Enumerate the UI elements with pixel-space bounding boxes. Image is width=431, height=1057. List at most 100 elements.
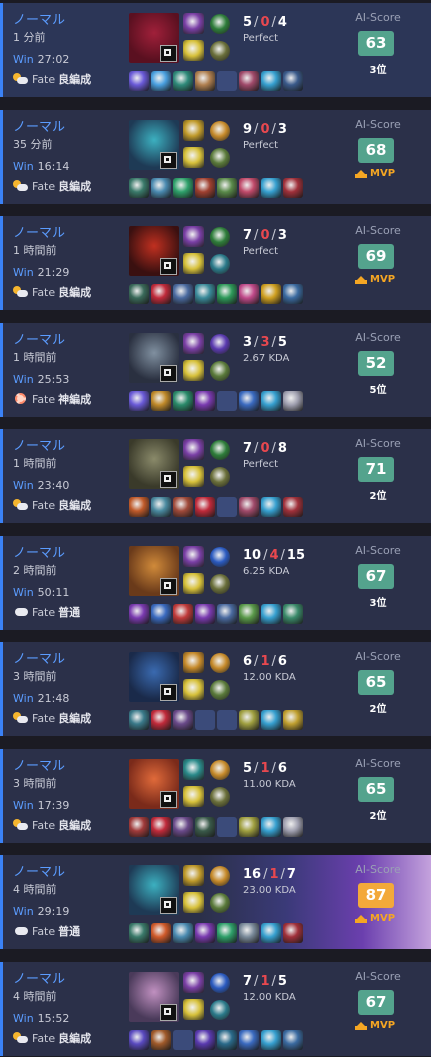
- item-icon[interactable]: [195, 604, 215, 624]
- item-icon[interactable]: [195, 817, 215, 837]
- match-card[interactable]: ノーマル 4 時間前 Win 15:52 Fate 良編成 7/1/5 12.00 KDA AI…: [0, 962, 431, 1056]
- rune-icon[interactable]: [210, 760, 230, 780]
- item-icon[interactable]: [151, 1030, 171, 1050]
- item-icon[interactable]: [283, 710, 303, 730]
- summoner-spell-icon[interactable]: [183, 333, 204, 354]
- rune-icon[interactable]: [210, 334, 230, 354]
- item-icon[interactable]: [217, 1030, 237, 1050]
- summoner-spell-icon[interactable]: [183, 865, 204, 886]
- summoner-spell-icon[interactable]: [183, 13, 204, 34]
- summoner-spell-icon[interactable]: [183, 892, 204, 913]
- item-icon[interactable]: [239, 710, 259, 730]
- rune-icon[interactable]: [210, 574, 230, 594]
- item-icon[interactable]: [217, 604, 237, 624]
- item-icon[interactable]: [173, 604, 193, 624]
- rune-icon[interactable]: [210, 227, 230, 247]
- item-icon[interactable]: [261, 497, 281, 517]
- rune-icon[interactable]: [210, 653, 230, 673]
- item-icon[interactable]: [173, 923, 193, 943]
- summoner-spell-icon[interactable]: [183, 466, 204, 487]
- summoner-spell-icon[interactable]: [183, 759, 204, 780]
- rune-icon[interactable]: [210, 787, 230, 807]
- match-card[interactable]: ノーマル 4 時間前 Win 29:19 Fate 普通 16/1/7 23.00 KDA AI…: [0, 855, 431, 949]
- summoner-spell-icon[interactable]: [183, 147, 204, 168]
- item-icon[interactable]: [239, 178, 259, 198]
- item-icon[interactable]: [261, 71, 281, 91]
- item-icon[interactable]: [129, 178, 149, 198]
- match-mode[interactable]: ノーマル: [13, 435, 65, 454]
- rune-icon[interactable]: [210, 361, 230, 381]
- match-card[interactable]: ノーマル 35 分前 Win 16:14 Fate 良編成 9/0/3 Perfect AI-S…: [0, 110, 431, 204]
- rune-icon[interactable]: [210, 440, 230, 460]
- summoner-spell-icon[interactable]: [183, 786, 204, 807]
- match-card[interactable]: ノーマル 1 分前 Win 27:02 Fate 良編成 5/0/4 Perfect AI-Sc…: [0, 3, 431, 97]
- item-icon[interactable]: [151, 391, 171, 411]
- summoner-spell-icon[interactable]: [183, 679, 204, 700]
- rune-icon[interactable]: [210, 547, 230, 567]
- rune-icon[interactable]: [210, 893, 230, 913]
- rune-icon[interactable]: [210, 467, 230, 487]
- match-card[interactable]: ノーマル 2 時間前 Win 50:11 Fate 普通 10/4/15 6.25 KDA AI…: [0, 536, 431, 630]
- item-icon[interactable]: [195, 284, 215, 304]
- item-icon[interactable]: [151, 284, 171, 304]
- summoner-spell-icon[interactable]: [183, 573, 204, 594]
- summoner-spell-icon[interactable]: [183, 972, 204, 993]
- item-icon[interactable]: [195, 1030, 215, 1050]
- item-icon[interactable]: [173, 497, 193, 517]
- rune-icon[interactable]: [210, 680, 230, 700]
- item-icon[interactable]: [195, 391, 215, 411]
- item-icon[interactable]: [239, 1030, 259, 1050]
- item-icon[interactable]: [261, 284, 281, 304]
- item-icon[interactable]: [151, 923, 171, 943]
- rune-icon[interactable]: [210, 148, 230, 168]
- item-icon[interactable]: [261, 178, 281, 198]
- item-icon[interactable]: [129, 923, 149, 943]
- rune-icon[interactable]: [210, 973, 230, 993]
- item-icon[interactable]: [261, 710, 281, 730]
- summoner-spell-icon[interactable]: [183, 652, 204, 673]
- item-icon[interactable]: [239, 284, 259, 304]
- rune-icon[interactable]: [210, 254, 230, 274]
- item-icon[interactable]: [129, 391, 149, 411]
- match-mode[interactable]: ノーマル: [13, 116, 65, 135]
- item-icon[interactable]: [173, 710, 193, 730]
- summoner-spell-icon[interactable]: [183, 360, 204, 381]
- item-icon[interactable]: [129, 71, 149, 91]
- rune-icon[interactable]: [210, 14, 230, 34]
- match-mode[interactable]: ノーマル: [13, 542, 65, 561]
- item-slot-empty[interactable]: [217, 391, 237, 411]
- item-icon[interactable]: [151, 71, 171, 91]
- summoner-spell-icon[interactable]: [183, 439, 204, 460]
- item-icon[interactable]: [283, 817, 303, 837]
- item-icon[interactable]: [195, 178, 215, 198]
- item-icon[interactable]: [239, 71, 259, 91]
- item-icon[interactable]: [151, 497, 171, 517]
- match-mode[interactable]: ノーマル: [13, 329, 65, 348]
- item-icon[interactable]: [283, 391, 303, 411]
- item-icon[interactable]: [129, 284, 149, 304]
- item-icon[interactable]: [239, 817, 259, 837]
- item-icon[interactable]: [283, 497, 303, 517]
- match-mode[interactable]: ノーマル: [13, 9, 65, 28]
- match-mode[interactable]: ノーマル: [13, 861, 65, 880]
- item-icon[interactable]: [195, 923, 215, 943]
- rune-icon[interactable]: [210, 121, 230, 141]
- item-icon[interactable]: [261, 1030, 281, 1050]
- item-icon[interactable]: [129, 497, 149, 517]
- item-icon[interactable]: [261, 604, 281, 624]
- summoner-spell-icon[interactable]: [183, 999, 204, 1020]
- item-icon[interactable]: [239, 497, 259, 517]
- item-icon[interactable]: [151, 817, 171, 837]
- item-icon[interactable]: [173, 71, 193, 91]
- rune-icon[interactable]: [210, 866, 230, 886]
- item-icon[interactable]: [129, 1030, 149, 1050]
- item-slot-empty[interactable]: [217, 497, 237, 517]
- match-mode[interactable]: ノーマル: [13, 968, 65, 987]
- item-icon[interactable]: [195, 497, 215, 517]
- item-icon[interactable]: [151, 178, 171, 198]
- item-icon[interactable]: [283, 178, 303, 198]
- item-slot-empty[interactable]: [217, 817, 237, 837]
- item-slot-empty[interactable]: [217, 710, 237, 730]
- item-icon[interactable]: [261, 923, 281, 943]
- summoner-spell-icon[interactable]: [183, 226, 204, 247]
